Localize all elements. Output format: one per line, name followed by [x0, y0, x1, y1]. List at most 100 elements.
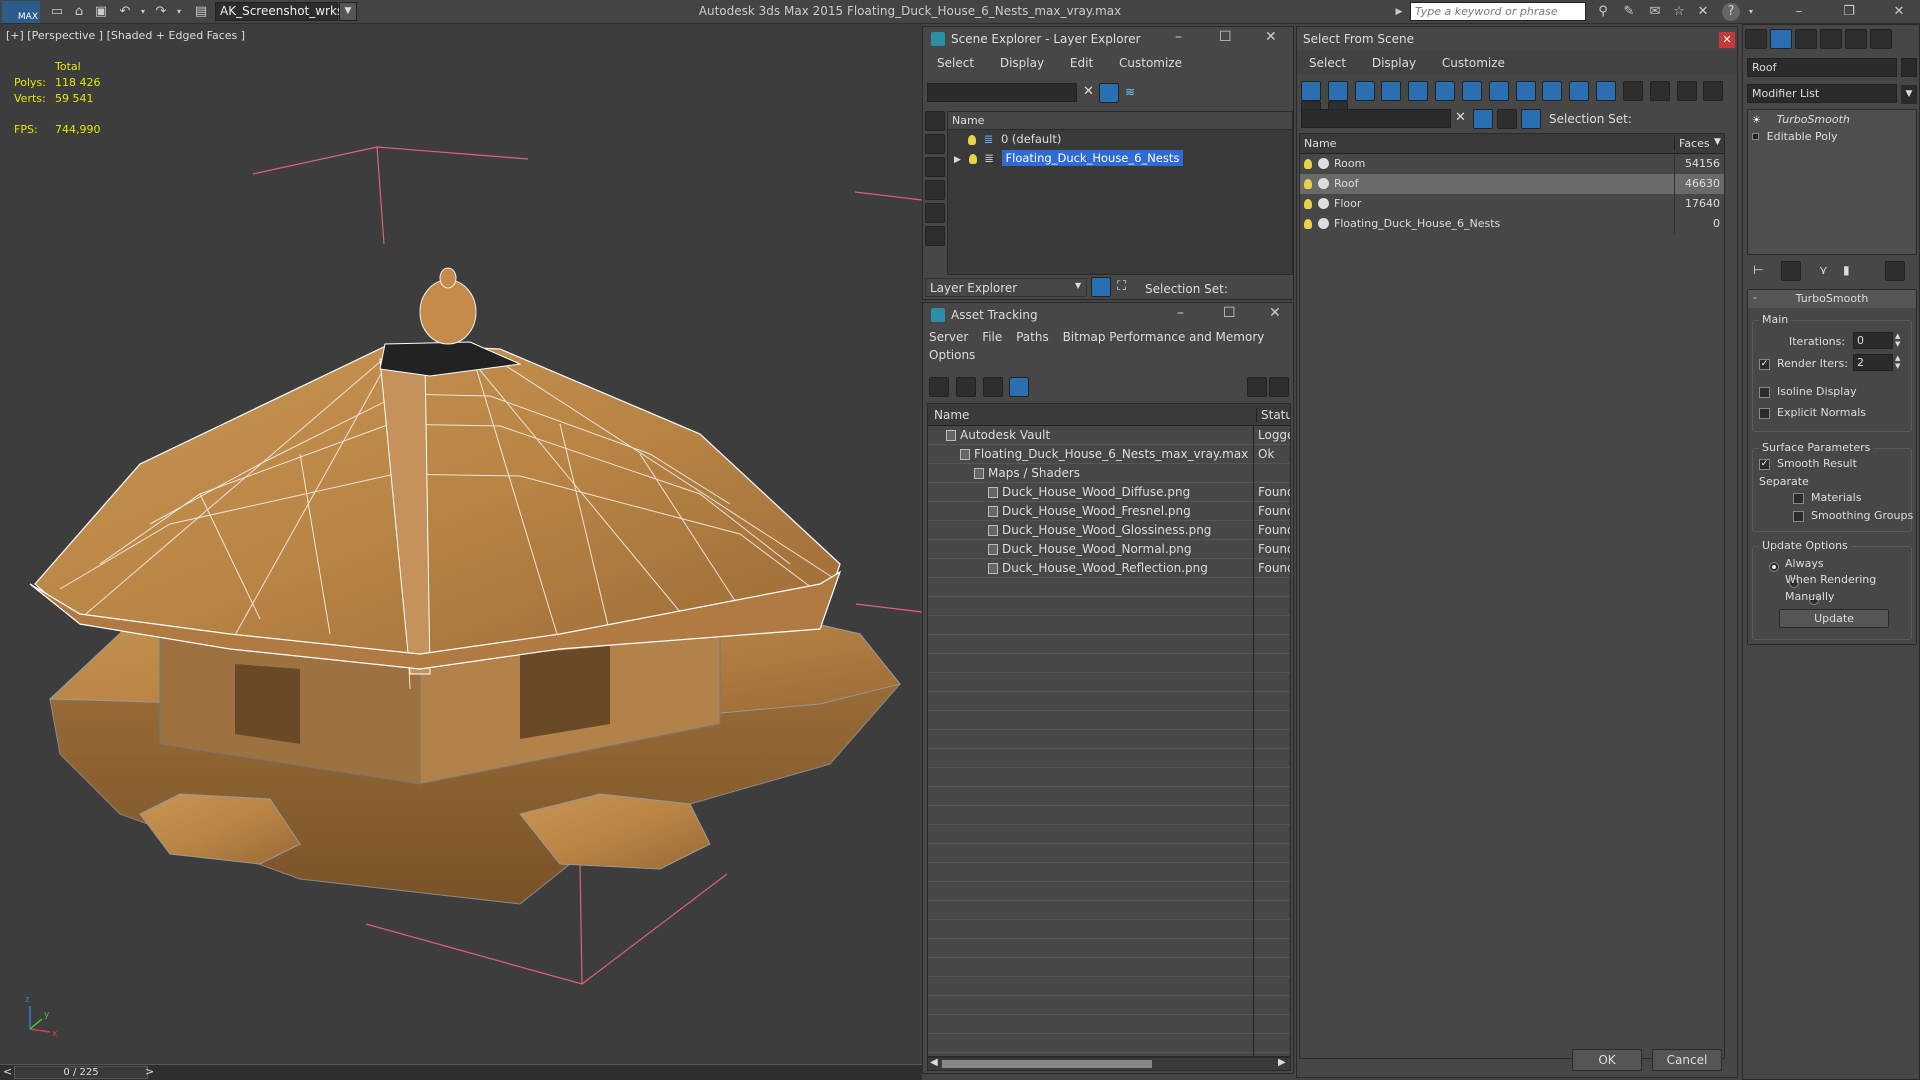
help-icon[interactable]: [1247, 377, 1267, 397]
redo-icon[interactable]: ↷: [152, 3, 170, 21]
asset-row[interactable]: Duck_House_Wood_Reflection.png Found: [928, 559, 1290, 578]
hierarchy-icon[interactable]: ⛶: [1117, 279, 1126, 294]
asset-tracking-titlebar[interactable]: Asset Tracking – ☐ ✕: [923, 303, 1293, 327]
asset-table-header[interactable]: Name Status: [928, 404, 1290, 426]
menu-customize[interactable]: Customize: [1442, 56, 1505, 70]
table-view-icon[interactable]: [1009, 377, 1030, 397]
time-next-button[interactable]: >: [145, 1065, 154, 1078]
filter-lights-icon[interactable]: [1354, 81, 1375, 101]
funnel-icon[interactable]: [1703, 81, 1724, 101]
menu-bitmap-performance[interactable]: Bitmap Performance and Memory: [1063, 330, 1265, 344]
sign-in-icon[interactable]: ✕: [1694, 3, 1712, 21]
col-faces-header[interactable]: Faces: [1674, 137, 1710, 150]
time-slider-thumb[interactable]: 0 / 225: [14, 1066, 148, 1079]
maximize-icon[interactable]: ☐: [1223, 305, 1236, 321]
col-name-header[interactable]: Name: [934, 408, 969, 422]
menu-options[interactable]: Options: [929, 348, 975, 362]
pin-stack-icon[interactable]: ⊢: [1753, 263, 1763, 277]
workspace-dropdown[interactable]: AK_Screenshot_wrksp: [215, 2, 351, 21]
modify-tab-icon[interactable]: [1770, 29, 1792, 49]
filter-icon[interactable]: [1473, 109, 1493, 129]
asset-row[interactable]: Floating_Duck_House_6_Nests_max_vray.max…: [928, 445, 1290, 464]
maximize-icon[interactable]: ☐: [1219, 29, 1232, 45]
display-helpers-icon[interactable]: [925, 203, 945, 223]
lightbulb-icon[interactable]: ☀: [1752, 115, 1761, 126]
materials-checkbox[interactable]: [1793, 493, 1804, 504]
sfs-list-header[interactable]: Name Faces ▼: [1300, 134, 1724, 154]
search-expand-icon[interactable]: ▶: [1390, 3, 1408, 21]
smoothing-groups-checkbox[interactable]: [1793, 511, 1804, 522]
chevron-down-icon[interactable]: ▼: [1901, 85, 1917, 104]
filter-geometry-icon[interactable]: [1301, 81, 1321, 101]
light-bulb-icon[interactable]: [1304, 219, 1312, 229]
sfs-object-row[interactable]: Roof 46630: [1300, 174, 1724, 194]
light-bulb-icon[interactable]: [968, 153, 977, 164]
filter-frozen-icon[interactable]: [1569, 81, 1590, 101]
close-icon[interactable]: ✕: [1719, 32, 1735, 48]
close-icon[interactable]: ✕: [1890, 3, 1908, 21]
layer-row-duck-house[interactable]: ▶ ≣ Floating_Duck_House_6_Nests: [948, 149, 1292, 168]
time-slider[interactable]: < 0 / 225 >: [0, 1064, 922, 1080]
layer-list-header[interactable]: Name: [948, 112, 1292, 130]
scene-explorer-search-input[interactable]: [927, 83, 1077, 102]
display-lights-icon[interactable]: [925, 157, 945, 177]
create-tab-icon[interactable]: [1745, 29, 1767, 49]
render-iters-spinner[interactable]: 2: [1853, 354, 1893, 371]
asset-row[interactable]: Autodesk Vault Logge: [928, 426, 1290, 445]
menu-edit[interactable]: Edit: [1070, 56, 1093, 70]
modifier-list-dropdown[interactable]: Modifier List: [1747, 84, 1897, 103]
subscription-icon[interactable]: ✎: [1620, 3, 1638, 21]
project-folder-icon[interactable]: ▤: [192, 3, 210, 21]
display-shapes-icon[interactable]: [925, 134, 945, 154]
display-geometry-icon[interactable]: [925, 111, 945, 131]
col-name-header[interactable]: Name: [1304, 137, 1336, 150]
hierarchy-icon[interactable]: [1521, 109, 1541, 129]
minimize-icon[interactable]: –: [1177, 305, 1184, 321]
layer-row-default[interactable]: ≣ 0 (default): [948, 130, 1292, 149]
menu-customize[interactable]: Customize: [1119, 56, 1182, 70]
object-name-field[interactable]: Roof: [1747, 58, 1897, 77]
new-file-icon[interactable]: ▭: [48, 3, 66, 21]
redo-dropdown-icon[interactable]: ▾: [170, 3, 188, 21]
spinner-arrows-icon[interactable]: ▲ ▼: [1895, 354, 1900, 370]
display-tab-icon[interactable]: [1845, 29, 1867, 49]
select-invert-icon[interactable]: [1676, 81, 1697, 101]
help-icon[interactable]: ?: [1722, 3, 1740, 21]
smooth-result-checkbox[interactable]: ✓: [1759, 459, 1770, 470]
rollout-header[interactable]: - TurboSmooth: [1748, 290, 1916, 308]
collapse-minus-icon[interactable]: -: [1753, 291, 1757, 304]
sfs-search-input[interactable]: [1301, 109, 1451, 128]
refresh-icon[interactable]: [929, 377, 949, 397]
configure-modifier-sets-icon[interactable]: [1885, 261, 1905, 281]
select-none-icon[interactable]: [1649, 81, 1670, 101]
minimize-icon[interactable]: –: [1790, 3, 1808, 21]
asset-row[interactable]: Maps / Shaders: [928, 464, 1290, 483]
make-unique-icon[interactable]: ⋎: [1819, 263, 1828, 277]
scroll-right-icon[interactable]: ▶: [1278, 1057, 1286, 1068]
menu-display[interactable]: Display: [1000, 56, 1044, 70]
stack-item-turbosmooth[interactable]: ☀ TurboSmooth: [1748, 110, 1916, 129]
menu-select[interactable]: Select: [1309, 56, 1346, 70]
menu-server[interactable]: Server: [929, 330, 968, 344]
undo-dropdown-icon[interactable]: ▾: [134, 3, 152, 21]
light-bulb-icon[interactable]: [1304, 159, 1312, 169]
chevron-down-icon[interactable]: ▼: [1075, 281, 1081, 290]
light-bulb-icon[interactable]: [1304, 179, 1312, 189]
duck-house-model[interactable]: z x y: [0, 24, 922, 1064]
layer-tools-icon[interactable]: ≋: [1125, 85, 1135, 99]
spinner-arrows-icon[interactable]: ▲ ▼: [1895, 332, 1900, 348]
binoculars-icon[interactable]: ⚲: [1594, 3, 1612, 21]
filter-cameras-icon[interactable]: [1381, 81, 1402, 101]
keyword-search-input[interactable]: Type a keyword or phrase: [1410, 2, 1586, 21]
restore-icon[interactable]: ❐: [1840, 3, 1858, 21]
select-from-scene-titlebar[interactable]: Select From Scene ✕: [1297, 27, 1737, 51]
utilities-tab-icon[interactable]: [1870, 29, 1892, 49]
filter-bones-icon[interactable]: [1515, 81, 1536, 101]
clear-search-icon[interactable]: ✕: [1083, 84, 1094, 99]
light-bulb-icon[interactable]: [968, 134, 976, 145]
menu-paths[interactable]: Paths: [1016, 330, 1049, 344]
time-prev-button[interactable]: <: [3, 1065, 12, 1078]
thumbnail-view-icon[interactable]: [982, 377, 1003, 397]
asset-row[interactable]: Duck_House_Wood_Glossiness.png Found: [928, 521, 1290, 540]
perspective-viewport[interactable]: [+] [Perspective ] [Shaded + Edged Faces…: [0, 24, 922, 1064]
